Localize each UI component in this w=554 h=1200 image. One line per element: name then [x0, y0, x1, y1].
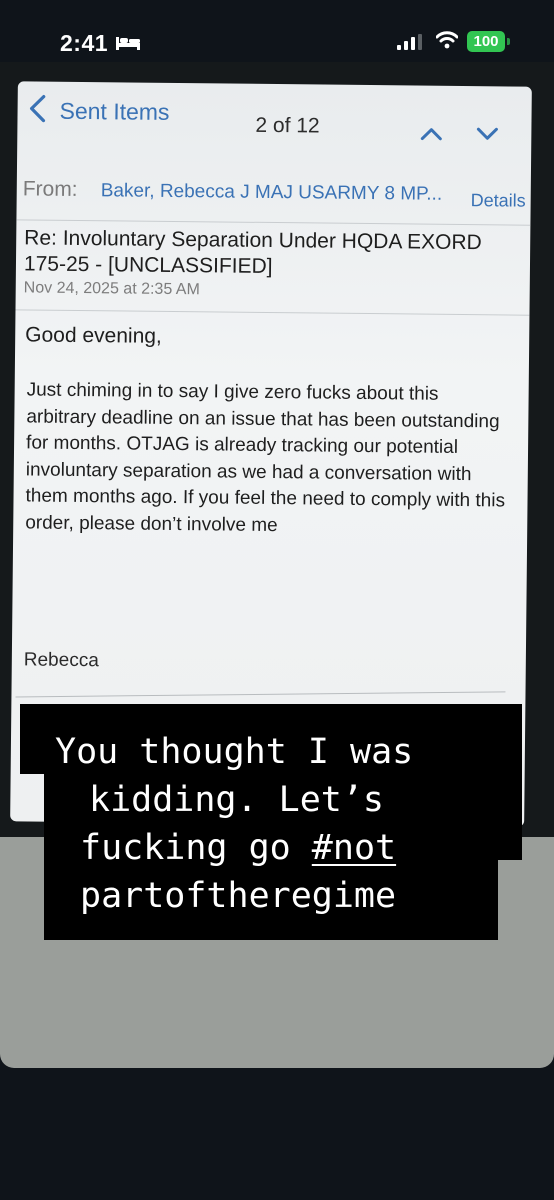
mail-navigation-bar: Sent Items 2 of 12: [17, 81, 532, 156]
signature-divider: [15, 691, 506, 698]
story-caption: You thought I was kidding. Let’s fucking…: [0, 700, 554, 940]
sender-name[interactable]: Baker, Rebecca J MAJ USARMY 8 MP...: [101, 180, 443, 206]
message-position: 2 of 12: [255, 113, 320, 138]
email-body: Just chiming in to say I give zero fucks…: [25, 379, 506, 536]
details-link[interactable]: Details: [471, 190, 526, 212]
email-greeting: Good evening,: [25, 323, 162, 348]
wifi-icon: [436, 31, 458, 49]
hashtag-link[interactable]: #not: [312, 828, 396, 868]
back-chevron-icon[interactable]: [27, 93, 47, 123]
subject-divider: [15, 309, 530, 316]
cellular-signal-icon: [397, 34, 422, 50]
email-signature: Rebecca: [23, 649, 99, 672]
sender-row: From: Baker, Rebecca J MAJ USARMY 8 MP..…: [23, 177, 529, 212]
battery-nub: [507, 38, 510, 45]
caption-line-1: You thought I was: [55, 732, 414, 772]
next-message-icon[interactable]: [475, 126, 499, 142]
caption-line-3: fucking go #not: [80, 824, 396, 872]
caption-line-2: kidding. Let’s: [89, 780, 385, 820]
email-date: Nov 24, 2025 at 2:35 AM: [23, 279, 200, 299]
back-to-sent-items[interactable]: Sent Items: [59, 98, 169, 126]
caption-text: fucking go: [80, 828, 312, 868]
previous-message-icon[interactable]: [419, 126, 443, 142]
from-label: From:: [22, 177, 78, 201]
battery-indicator: 100: [467, 31, 505, 52]
status-time: 2:41: [60, 30, 109, 56]
header-divider: [16, 219, 531, 226]
sleep-focus-icon: [116, 37, 140, 50]
email-subject: Re: Involuntary Separation Under HQDA EX…: [23, 226, 482, 279]
caption-line-4: partoftheregime: [80, 876, 397, 916]
